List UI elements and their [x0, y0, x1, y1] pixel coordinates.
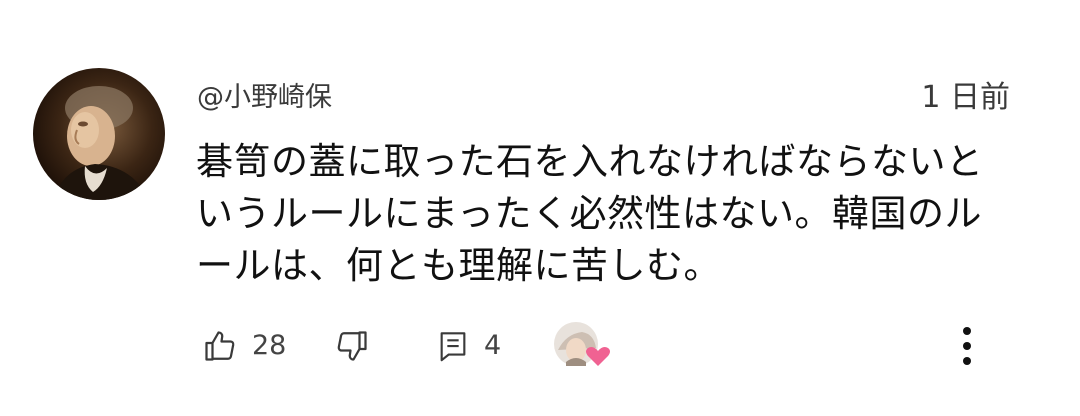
comment-text-line: いうルールにまったく必然性はない。韓国のル	[196, 192, 983, 235]
reply-count: 4	[484, 330, 502, 361]
more-vertical-icon	[963, 327, 971, 365]
like-button[interactable]: 28	[202, 320, 286, 372]
reply-button[interactable]: 4	[436, 320, 501, 372]
creator-heart-icon	[554, 322, 610, 366]
thumbs-down-icon	[337, 331, 367, 361]
creator-heart-badge	[552, 320, 614, 372]
comment-text-line: ールは、何とも理解に苦しむ。	[196, 244, 721, 287]
comment-actions: 28 4	[200, 320, 1020, 372]
dislike-button[interactable]	[334, 320, 370, 372]
comment-icon	[440, 332, 466, 362]
comment-timestamp[interactable]: 1 日前	[921, 78, 1010, 118]
comment-text-line: 碁笥の蓋に取った石を入れなければならないと	[196, 140, 984, 183]
more-options-button[interactable]	[952, 322, 982, 370]
comment-author[interactable]: @小野崎保	[197, 78, 332, 118]
comment-text: 碁笥の蓋に取った石を入れなければならないと いうルールにまったく必然性はない。韓…	[196, 136, 1006, 292]
like-count: 28	[252, 330, 287, 361]
author-avatar[interactable]	[33, 68, 165, 200]
comment-item: @小野崎保 1 日前 碁笥の蓋に取った石を入れなければならないと いうルールにま…	[0, 0, 1080, 416]
portrait-image	[53, 86, 149, 200]
thumbs-up-icon	[205, 331, 235, 361]
